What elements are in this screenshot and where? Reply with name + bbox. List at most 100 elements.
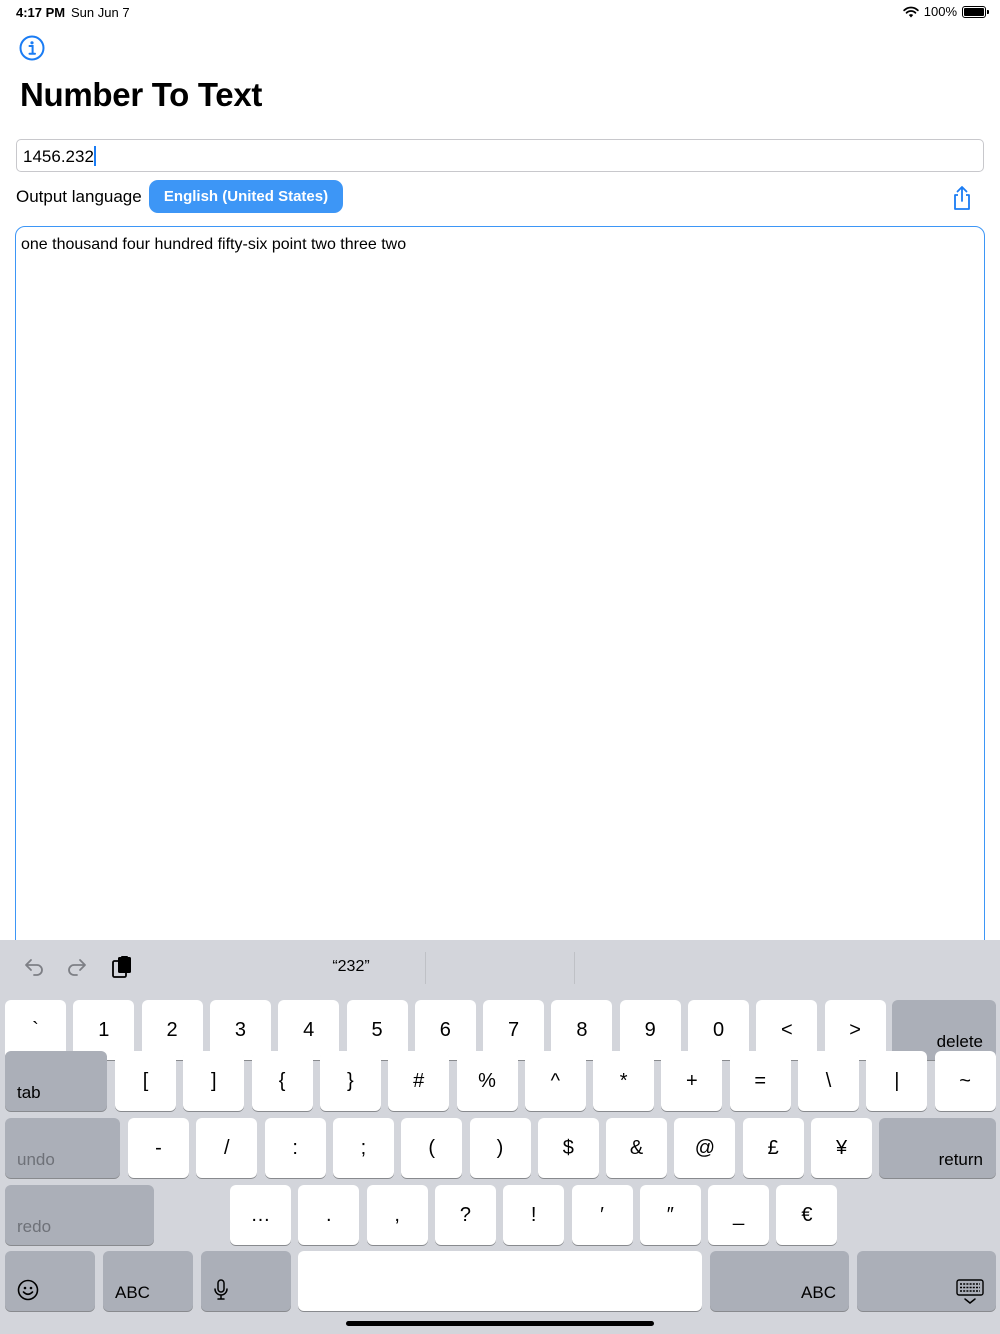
key-label: 2 — [166, 1018, 178, 1041]
key-row3-9[interactable]: £ — [742, 1118, 804, 1178]
suggestion-divider — [574, 952, 575, 984]
info-circle-icon[interactable] — [19, 35, 45, 61]
return-key[interactable]: return — [879, 1118, 996, 1178]
key-row2-10[interactable]: \ — [798, 1051, 859, 1111]
undo-key[interactable]: undo — [5, 1118, 120, 1178]
abc-key-left[interactable]: ABC — [103, 1251, 193, 1311]
status-bar: 4:17 PM Sun Jun 7 100% — [0, 0, 1000, 24]
key-label: 4 — [303, 1018, 315, 1041]
key-label: \ — [825, 1069, 832, 1092]
number-input-value: 1456.232 — [23, 147, 94, 166]
tab-key[interactable]: tab — [5, 1051, 107, 1111]
key-label: @ — [694, 1136, 716, 1159]
key-row4-7[interactable]: _ — [708, 1185, 770, 1245]
key-label: ^ — [550, 1069, 560, 1092]
key-row4-6[interactable]: ″ — [639, 1185, 701, 1245]
redo-arrow-icon[interactable] — [65, 955, 89, 979]
key-row2-5[interactable]: % — [456, 1051, 518, 1111]
key-label: ~ — [959, 1069, 971, 1092]
battery-percent: 100% — [923, 4, 957, 19]
key-row2-0[interactable]: [ — [115, 1051, 176, 1111]
key-row3-7[interactable]: & — [606, 1118, 668, 1178]
key-row2-2[interactable]: { — [251, 1051, 313, 1111]
key-label: 8 — [576, 1018, 588, 1041]
key-row2-8[interactable]: + — [661, 1051, 723, 1111]
key-label: > — [849, 1018, 861, 1041]
key-row3-4[interactable]: ( — [401, 1118, 463, 1178]
key-label: € — [801, 1203, 813, 1226]
key-row2-4[interactable]: # — [388, 1051, 450, 1111]
key-label: $ — [562, 1136, 574, 1159]
key-label: = — [754, 1069, 767, 1092]
key-row3-8[interactable]: @ — [674, 1118, 736, 1178]
key-label: < — [780, 1018, 793, 1041]
home-indicator — [346, 1321, 654, 1326]
keyboard-dismiss-key[interactable] — [857, 1251, 996, 1311]
key-label: 1 — [98, 1018, 110, 1041]
key-label: ! — [530, 1203, 537, 1226]
key-row3-2[interactable]: : — [264, 1118, 326, 1178]
battery-icon — [962, 5, 989, 18]
key-label: { — [278, 1069, 286, 1092]
redo-key-label: redo — [17, 1217, 52, 1236]
key-label: | — [894, 1069, 900, 1092]
undo-key-label: undo — [17, 1150, 55, 1169]
share-icon[interactable] — [950, 185, 974, 211]
abc-key-right[interactable]: ABC — [710, 1251, 849, 1311]
space-key[interactable] — [298, 1251, 702, 1311]
key-row3-3[interactable]: ; — [332, 1118, 394, 1178]
key-label: ` — [32, 1018, 39, 1041]
key-row2-1[interactable]: ] — [183, 1051, 245, 1111]
language-select-button[interactable]: English (United States) — [149, 180, 343, 213]
key-label: & — [629, 1136, 644, 1159]
clipboard-paste-icon[interactable] — [110, 955, 134, 979]
key-row3-0[interactable]: - — [128, 1118, 189, 1178]
emoji-key[interactable] — [5, 1251, 95, 1311]
key-label: … — [250, 1203, 271, 1226]
autocomplete-suggestion[interactable]: “232” — [276, 958, 426, 976]
key-label: 3 — [234, 1018, 246, 1041]
language-select-label: English (United States) — [163, 188, 329, 205]
key-label: £ — [767, 1136, 779, 1159]
key-label: - — [155, 1136, 162, 1159]
key-row3-10[interactable]: ¥ — [811, 1118, 872, 1178]
key-label: # — [413, 1069, 425, 1092]
key-label: . — [326, 1203, 332, 1226]
key-row2-11[interactable]: | — [866, 1051, 928, 1111]
tab-key-label: tab — [17, 1083, 41, 1102]
key-row3-5[interactable]: ) — [469, 1118, 531, 1178]
key-label: % — [478, 1069, 496, 1092]
microphone-icon — [214, 1279, 228, 1300]
text-caret — [93, 146, 96, 166]
redo-key[interactable]: redo — [5, 1185, 154, 1245]
key-row2-3[interactable]: } — [319, 1051, 381, 1111]
key-row4-3[interactable]: ? — [434, 1185, 496, 1245]
key-label: ] — [211, 1069, 217, 1092]
output-text: one thousand four hundred fifty-six poin… — [21, 236, 407, 253]
key-row2-12[interactable]: ~ — [934, 1051, 996, 1111]
microphone-key[interactable] — [201, 1251, 291, 1311]
key-row4-2[interactable]: , — [366, 1185, 428, 1245]
key-row2-7[interactable]: * — [593, 1051, 655, 1111]
key-row2-9[interactable]: = — [729, 1051, 791, 1111]
key-label: ′ — [600, 1203, 604, 1226]
delete-key-label: delete — [936, 1032, 983, 1051]
key-label: _ — [733, 1203, 745, 1226]
key-row4-5[interactable]: ′ — [571, 1185, 633, 1245]
key-row4-4[interactable]: ! — [503, 1185, 565, 1245]
key-label: } — [347, 1069, 354, 1092]
key-row4-1[interactable]: . — [298, 1185, 360, 1245]
undo-arrow-icon[interactable] — [22, 955, 46, 979]
key-label: 0 — [712, 1018, 725, 1041]
key-row4-8[interactable]: € — [776, 1185, 838, 1245]
keyboard-shortcut-bar: “232” — [0, 940, 1000, 994]
key-row3-1[interactable]: / — [196, 1118, 258, 1178]
wifi-icon — [903, 6, 919, 17]
key-row3-6[interactable]: $ — [537, 1118, 599, 1178]
number-input[interactable]: 1456.232 — [16, 139, 984, 172]
key-row2-6[interactable]: ^ — [524, 1051, 586, 1111]
output-language-label: Output language — [16, 187, 142, 206]
output-textarea[interactable]: one thousand four hundred fifty-six poin… — [15, 226, 985, 966]
key-label: * — [619, 1069, 628, 1092]
key-row4-0[interactable]: … — [230, 1185, 291, 1245]
